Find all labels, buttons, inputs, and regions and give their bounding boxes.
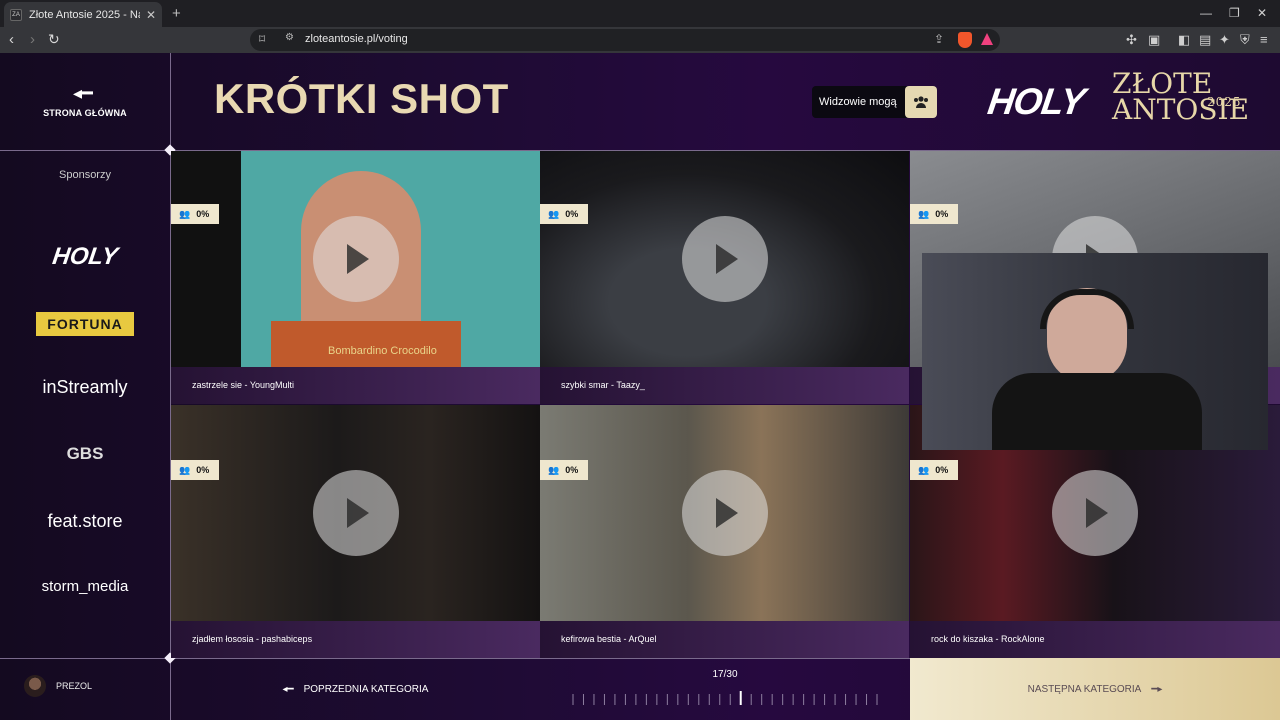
play-icon[interactable] <box>313 216 399 302</box>
new-tab-icon[interactable]: + <box>172 5 181 22</box>
users-icon: 👥 <box>548 208 560 219</box>
minimize-icon[interactable]: — <box>1200 6 1212 20</box>
person-body-image <box>992 373 1202 450</box>
play-icon[interactable] <box>682 216 768 302</box>
video-overlay-text: Bombardino Crocodilo <box>328 345 437 357</box>
reload-icon[interactable]: ↻ <box>48 31 60 48</box>
vote-percent: 0% <box>196 465 210 475</box>
back-icon[interactable]: ‹ <box>9 31 14 48</box>
home-button[interactable]: ◂━ STRONA GŁÓWNA <box>0 53 170 150</box>
play-icon[interactable] <box>1052 470 1138 556</box>
brave-shields-icon[interactable] <box>958 32 972 48</box>
browser-tab[interactable]: ZA Złote Antosie 2025 - Największy ✕ <box>4 2 162 27</box>
progress-counter: 17/30 <box>712 669 738 680</box>
sponsor-gbs-logo[interactable]: GBS <box>0 444 170 464</box>
user-profile[interactable]: PREZOL <box>24 675 92 697</box>
vote-percent: 0% <box>565 209 579 219</box>
video-title: zjadłem łososia - pashabiceps <box>171 621 540 658</box>
bookmark-icon[interactable]: ⌑ <box>259 32 265 46</box>
forward-icon[interactable]: › <box>30 31 35 48</box>
users-icon: 👥 <box>548 464 560 475</box>
sponsor-fortuna-logo[interactable]: FORTUNA <box>36 312 134 336</box>
sponsor-holy-logo[interactable]: HOLY <box>0 243 172 271</box>
video-card[interactable]: 👥 0% kefirowa bestia - ArQuel <box>540 405 909 658</box>
video-title: rock do kiszaka - RockAlone <box>910 621 1280 658</box>
holy-logo: HOLY <box>985 81 1087 122</box>
avatar <box>24 675 46 697</box>
maximize-icon[interactable]: ❐ <box>1229 6 1240 20</box>
arrow-left-icon: ◂━ <box>282 683 294 695</box>
address-bar[interactable]: ⌑ ⚙ zloteantosie.pl/voting ⇪ <box>250 29 1000 51</box>
logo-year: 2025 <box>1207 95 1242 109</box>
site-favicon-icon: ZA <box>10 8 22 21</box>
video-title: kefirowa bestia - ArQuel <box>540 621 909 658</box>
video-title: szybki smar - Taazy_ <box>540 367 909 404</box>
play-icon[interactable] <box>313 470 399 556</box>
sidebar-icon[interactable]: ◧ <box>1178 32 1190 48</box>
next-category-label: NASTĘPNA KATEGORIA <box>1027 683 1142 695</box>
video-title: zastrzele sie - YoungMulti <box>171 367 540 404</box>
users-icon <box>904 86 937 118</box>
brave-rewards-icon[interactable] <box>981 33 993 45</box>
video-card[interactable]: Bombardino Crocodilo 👥 0% zastrzele sie -… <box>171 151 540 404</box>
close-window-icon[interactable]: ✕ <box>1257 6 1267 20</box>
sponsor-stormmedia-logo[interactable]: storm_media <box>0 578 170 595</box>
vote-percent-badge: 👥 0% <box>171 204 219 224</box>
zlote-antosie-logo: ZŁOTE ANTOSIE 2025 <box>1112 70 1249 124</box>
browser-tab-bar: ZA Złote Antosie 2025 - Największy ✕ + —… <box>0 0 1280 27</box>
wallet-icon[interactable]: ▤ <box>1199 32 1211 48</box>
url-text[interactable]: zloteantosie.pl/voting <box>305 33 408 45</box>
viewers-label: Widzowie mogą <box>819 96 897 108</box>
reader-icon[interactable]: ▣ <box>1148 32 1160 48</box>
category-progress: 17/30 <box>540 658 910 720</box>
share-icon[interactable]: ⇪ <box>934 32 944 46</box>
sponsor-featstore-logo[interactable]: feat.store <box>0 511 170 532</box>
vote-percent-badge: 👥 0% <box>910 460 958 480</box>
vpn-icon[interactable]: ⛨ <box>1240 32 1250 48</box>
sponsors-title: Sponsorzy <box>59 169 111 181</box>
prev-category-label: POPRZEDNIA KATEGORIA <box>303 683 429 695</box>
browser-nav-bar: ‹ › ↻ ⌑ ⚙ zloteantosie.pl/voting ⇪ ✣ ▣ ◧… <box>0 27 1280 53</box>
sponsor-instreamly-logo[interactable]: inStreamly <box>0 377 170 398</box>
vote-percent-badge: 👥 0% <box>171 460 219 480</box>
next-category-button[interactable]: NASTĘPNA KATEGORIA ━▸ <box>910 658 1280 720</box>
site-info-icon[interactable]: ⚙ <box>285 32 294 43</box>
vote-percent-badge: 👥 0% <box>910 204 958 224</box>
users-icon: 👥 <box>918 464 930 475</box>
home-label: STRONA GŁÓWNA <box>43 108 127 118</box>
users-icon: 👥 <box>918 208 930 219</box>
user-name: PREZOL <box>56 681 93 691</box>
leo-ai-icon[interactable]: ✦ <box>1219 32 1230 48</box>
menu-icon[interactable]: ≡ <box>1260 32 1268 47</box>
play-icon[interactable] <box>682 470 768 556</box>
category-title: KRÓTKI SHOT <box>214 75 509 122</box>
arrow-left-icon: ◂━ <box>73 83 93 103</box>
vote-percent: 0% <box>565 465 579 475</box>
vote-percent: 0% <box>935 209 949 219</box>
voting-page: ◂━ STRONA GŁÓWNA KRÓTKI SHOT Widzowie mo… <box>0 53 1280 720</box>
extensions-icon[interactable]: ✣ <box>1126 32 1137 48</box>
tab-title: Złote Antosie 2025 - Największy <box>29 8 140 21</box>
prev-category-button[interactable]: ◂━ POPRZEDNIA KATEGORIA <box>171 658 540 720</box>
webcam-overlay <box>922 253 1268 450</box>
vote-percent-badge: 👥 0% <box>540 460 588 480</box>
users-icon: 👥 <box>179 208 191 219</box>
vote-percent-badge: 👥 0% <box>540 204 588 224</box>
video-card[interactable]: 👥 0% zjadłem łososia - pashabiceps <box>171 405 540 658</box>
vote-percent: 0% <box>196 209 210 219</box>
video-card[interactable]: 👥 0% szybki smar - Taazy_ <box>540 151 909 404</box>
viewers-vote-button[interactable]: Widzowie mogą <box>812 86 937 118</box>
close-tab-icon[interactable]: ✕ <box>146 8 156 22</box>
progress-ticks <box>572 691 878 705</box>
vote-percent: 0% <box>935 465 949 475</box>
arrow-right-icon: ━▸ <box>1151 683 1163 695</box>
users-icon: 👥 <box>179 464 191 475</box>
